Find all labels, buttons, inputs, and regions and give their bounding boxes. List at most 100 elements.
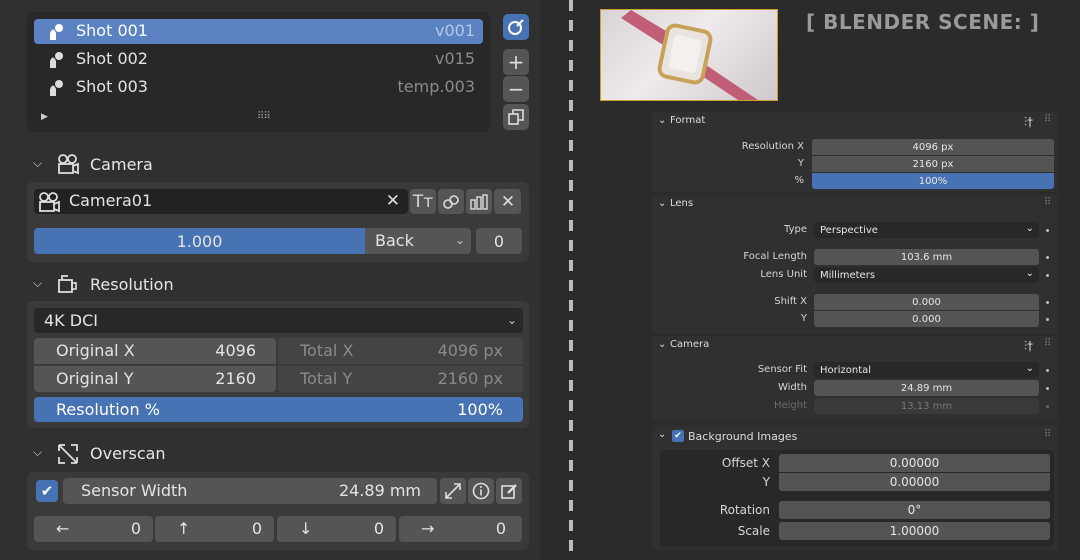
- resolution-percent-slider[interactable]: Resolution % 100%: [34, 397, 523, 422]
- camera-object-icon: [37, 191, 61, 213]
- shot-row-2[interactable]: Shot 002 v015: [34, 47, 483, 72]
- camera-name: Camera01: [69, 191, 153, 210]
- focal-length-field[interactable]: 103.6 mm: [814, 249, 1039, 265]
- unlink-camera-button[interactable]: ✕: [495, 189, 521, 214]
- sensor-height-field: 13.13 mm: [814, 398, 1039, 414]
- keyframe-dot[interactable]: [1046, 301, 1049, 304]
- keyframe-dot[interactable]: [1046, 387, 1049, 390]
- edit-icon[interactable]: [496, 478, 522, 504]
- stats-icon[interactable]: [466, 189, 492, 214]
- overscan-right-value: 0: [495, 519, 506, 538]
- keyframe-dot[interactable]: [1046, 229, 1049, 232]
- camera-props-chevron-icon[interactable]: ⌄: [658, 339, 666, 350]
- add-shot-icon-button[interactable]: [503, 14, 529, 40]
- shot-version: temp.003: [397, 77, 475, 96]
- keyframe-dot[interactable]: [1046, 274, 1049, 277]
- offset-y-field[interactable]: 0.00000: [779, 473, 1050, 491]
- lens-unit-dropdown[interactable]: Millimeters ⌄: [814, 267, 1039, 283]
- rotation-field[interactable]: 0°: [779, 501, 1050, 519]
- camera-icon: [56, 153, 80, 175]
- sensor-width-field[interactable]: 24.89 mm: [814, 380, 1039, 396]
- overscan-right-field[interactable]: → 0: [399, 516, 522, 542]
- remove-button[interactable]: −: [503, 76, 529, 102]
- resize-grip-icon[interactable]: ⠿⠿: [257, 111, 271, 122]
- camera-props-title: Camera: [670, 339, 710, 350]
- check-icon: ✔: [40, 482, 54, 500]
- shift-y-field[interactable]: 0.000: [814, 311, 1039, 327]
- original-y-field[interactable]: Original Y 2160: [34, 366, 276, 392]
- info-icon[interactable]: [468, 478, 494, 504]
- sensor-width-checkbox[interactable]: ✔: [36, 480, 58, 502]
- lens-type-dropdown[interactable]: Perspective ⌄: [814, 222, 1039, 238]
- bg-chevron-icon[interactable]: ⌄: [658, 429, 666, 440]
- shot-version: v015: [434, 49, 475, 68]
- resolution-x-field[interactable]: 4096 px: [812, 139, 1054, 155]
- link-icon[interactable]: [438, 189, 464, 214]
- format-chevron-icon[interactable]: ⌄: [658, 115, 666, 126]
- shift-x-label: Shift X: [774, 296, 807, 307]
- offset-x-field[interactable]: 0.00000: [779, 454, 1050, 472]
- sensor-width-label: Sensor Width: [81, 481, 188, 500]
- duplicate-icon[interactable]: [503, 104, 529, 130]
- sensor-height-value: 13.13 mm: [900, 400, 953, 412]
- bg-enable-checkbox[interactable]: ✔: [672, 430, 684, 442]
- keyframe-dot[interactable]: [1046, 318, 1049, 321]
- lens-chevron-icon[interactable]: ⌄: [658, 198, 666, 209]
- lens-title: Lens: [670, 198, 694, 209]
- clear-camera-icon[interactable]: ✕: [386, 191, 400, 211]
- presets-icon[interactable]: ⫶†: [1024, 115, 1033, 130]
- drag-handle-icon[interactable]: ⠿: [1044, 338, 1051, 349]
- sensor-height-label: Height: [773, 400, 807, 411]
- sensor-fit-label: Sensor Fit: [757, 364, 807, 375]
- shot-row-3[interactable]: Shot 003 temp.003: [34, 75, 483, 100]
- check-icon: ✔: [674, 431, 682, 441]
- presets-icon[interactable]: ⫶†: [1024, 339, 1033, 354]
- resolution-y-field[interactable]: 2160 px: [812, 156, 1054, 172]
- original-x-field[interactable]: Original X 4096: [34, 338, 276, 364]
- original-y-value: 2160: [215, 369, 256, 388]
- expand-icon[interactable]: [440, 478, 466, 504]
- camera-mode-count[interactable]: 0: [476, 228, 522, 254]
- sensor-width-field[interactable]: Sensor Width 24.89 mm: [63, 478, 437, 504]
- overscan-down-field[interactable]: ↓ 0: [277, 516, 396, 542]
- sensor-width-value: 24.89 mm: [900, 382, 953, 394]
- overscan-left-field[interactable]: ← 0: [34, 516, 153, 542]
- resolution-y-value: 2160 px: [912, 158, 954, 170]
- scale-field[interactable]: 1.00000: [779, 522, 1050, 540]
- resolution-preset-dropdown[interactable]: 4K DCI ⌄: [34, 308, 523, 333]
- camera-collapse-chevron-icon[interactable]: ⌵: [33, 156, 42, 171]
- shot-name: Shot 001: [76, 21, 148, 40]
- original-x-label: Original X: [56, 341, 135, 360]
- overscan-up-field[interactable]: ↑ 0: [155, 516, 274, 542]
- sensor-width-label: Width: [777, 382, 807, 393]
- resolution-preset-value: 4K DCI: [44, 311, 98, 330]
- offset-x-label: Offset X: [721, 456, 770, 470]
- drag-handle-icon[interactable]: ⠿: [1044, 429, 1051, 440]
- text-tool-icon[interactable]: Tт: [410, 189, 436, 214]
- add-button[interactable]: +: [503, 49, 529, 75]
- rotation-label: Rotation: [719, 503, 770, 517]
- offset-y-value: 0.00000: [889, 475, 940, 489]
- camera-thumbnail: [600, 9, 778, 101]
- drag-handle-icon[interactable]: ⠿: [1044, 197, 1051, 208]
- keyframe-dot[interactable]: [1046, 369, 1049, 372]
- arrow-right-icon: →: [421, 519, 435, 538]
- camera-value-slider[interactable]: 1.000: [34, 228, 365, 254]
- chevron-down-icon: ⌄: [1025, 363, 1034, 374]
- shot-row-1[interactable]: Shot 001 v001: [34, 19, 483, 44]
- shift-x-field[interactable]: 0.000: [814, 294, 1039, 310]
- camera-mode-dropdown[interactable]: Back ⌄: [365, 228, 471, 254]
- camera-selector[interactable]: Camera01 ✕: [34, 189, 408, 214]
- sensor-fit-dropdown[interactable]: Horizontal ⌄: [814, 362, 1039, 378]
- overscan-collapse-chevron-icon[interactable]: ⌵: [33, 445, 42, 460]
- keyframe-dot: [1046, 405, 1049, 408]
- keyframe-dot[interactable]: [1046, 256, 1049, 259]
- total-y-value: 2160 px: [437, 369, 503, 388]
- resolution-collapse-chevron-icon[interactable]: ⌵: [33, 276, 42, 291]
- drag-handle-icon[interactable]: ⠿: [1044, 114, 1051, 125]
- resolution-percent-field[interactable]: 100%: [812, 173, 1054, 189]
- resolution-section-title: Resolution: [90, 275, 174, 294]
- shift-y-label: Y: [800, 313, 807, 324]
- chevron-down-icon: ⌄: [506, 313, 517, 327]
- expand-arrow-icon[interactable]: ▶: [41, 112, 48, 122]
